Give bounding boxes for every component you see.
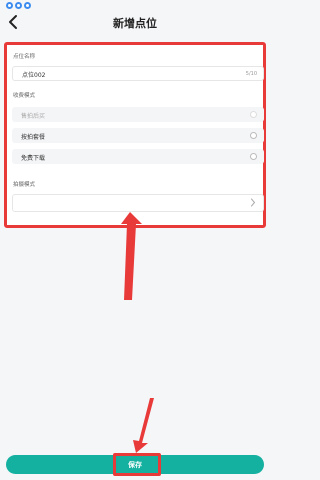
name-value: 点位002 [22,72,46,79]
option-label: 售拍后买 [21,112,46,120]
shoot-mode-select[interactable] [12,194,264,212]
radio-icon [250,110,257,118]
charge-option-0: 售拍后买 [12,107,264,122]
charge-mode-label: 收费模式 [13,93,36,99]
name-input[interactable]: 点位002 5/10 [12,66,264,81]
shoot-mode-label: 拍摄模式 [13,182,36,188]
status-dot-icon [15,2,22,9]
charge-option-1[interactable]: 按拍套餐 [12,128,264,143]
chevron-right-icon [251,198,256,207]
name-label: 点位名称 [13,54,36,60]
status-indicator [6,2,31,9]
option-label: 免费下载 [21,154,46,162]
option-label: 按拍套餐 [21,133,46,141]
form-card: 点位名称 点位002 5/10 收费模式 售拍后买 按拍套餐 免费下载 拍摄模式 [4,42,266,228]
save-button-label[interactable]: 保存 [0,460,270,470]
name-counter: 5/10 [245,71,257,77]
status-dot-icon [24,2,31,9]
radio-icon[interactable] [250,131,257,139]
header: 新增点位 [0,10,270,36]
status-dot-icon [6,2,13,9]
page-title: 新增点位 [113,17,157,30]
charge-option-2[interactable]: 免费下载 [12,149,264,164]
page: 新增点位 点位名称 点位002 5/10 收费模式 售拍后买 按拍套餐 免费下载… [0,0,270,480]
radio-icon[interactable] [250,152,257,160]
